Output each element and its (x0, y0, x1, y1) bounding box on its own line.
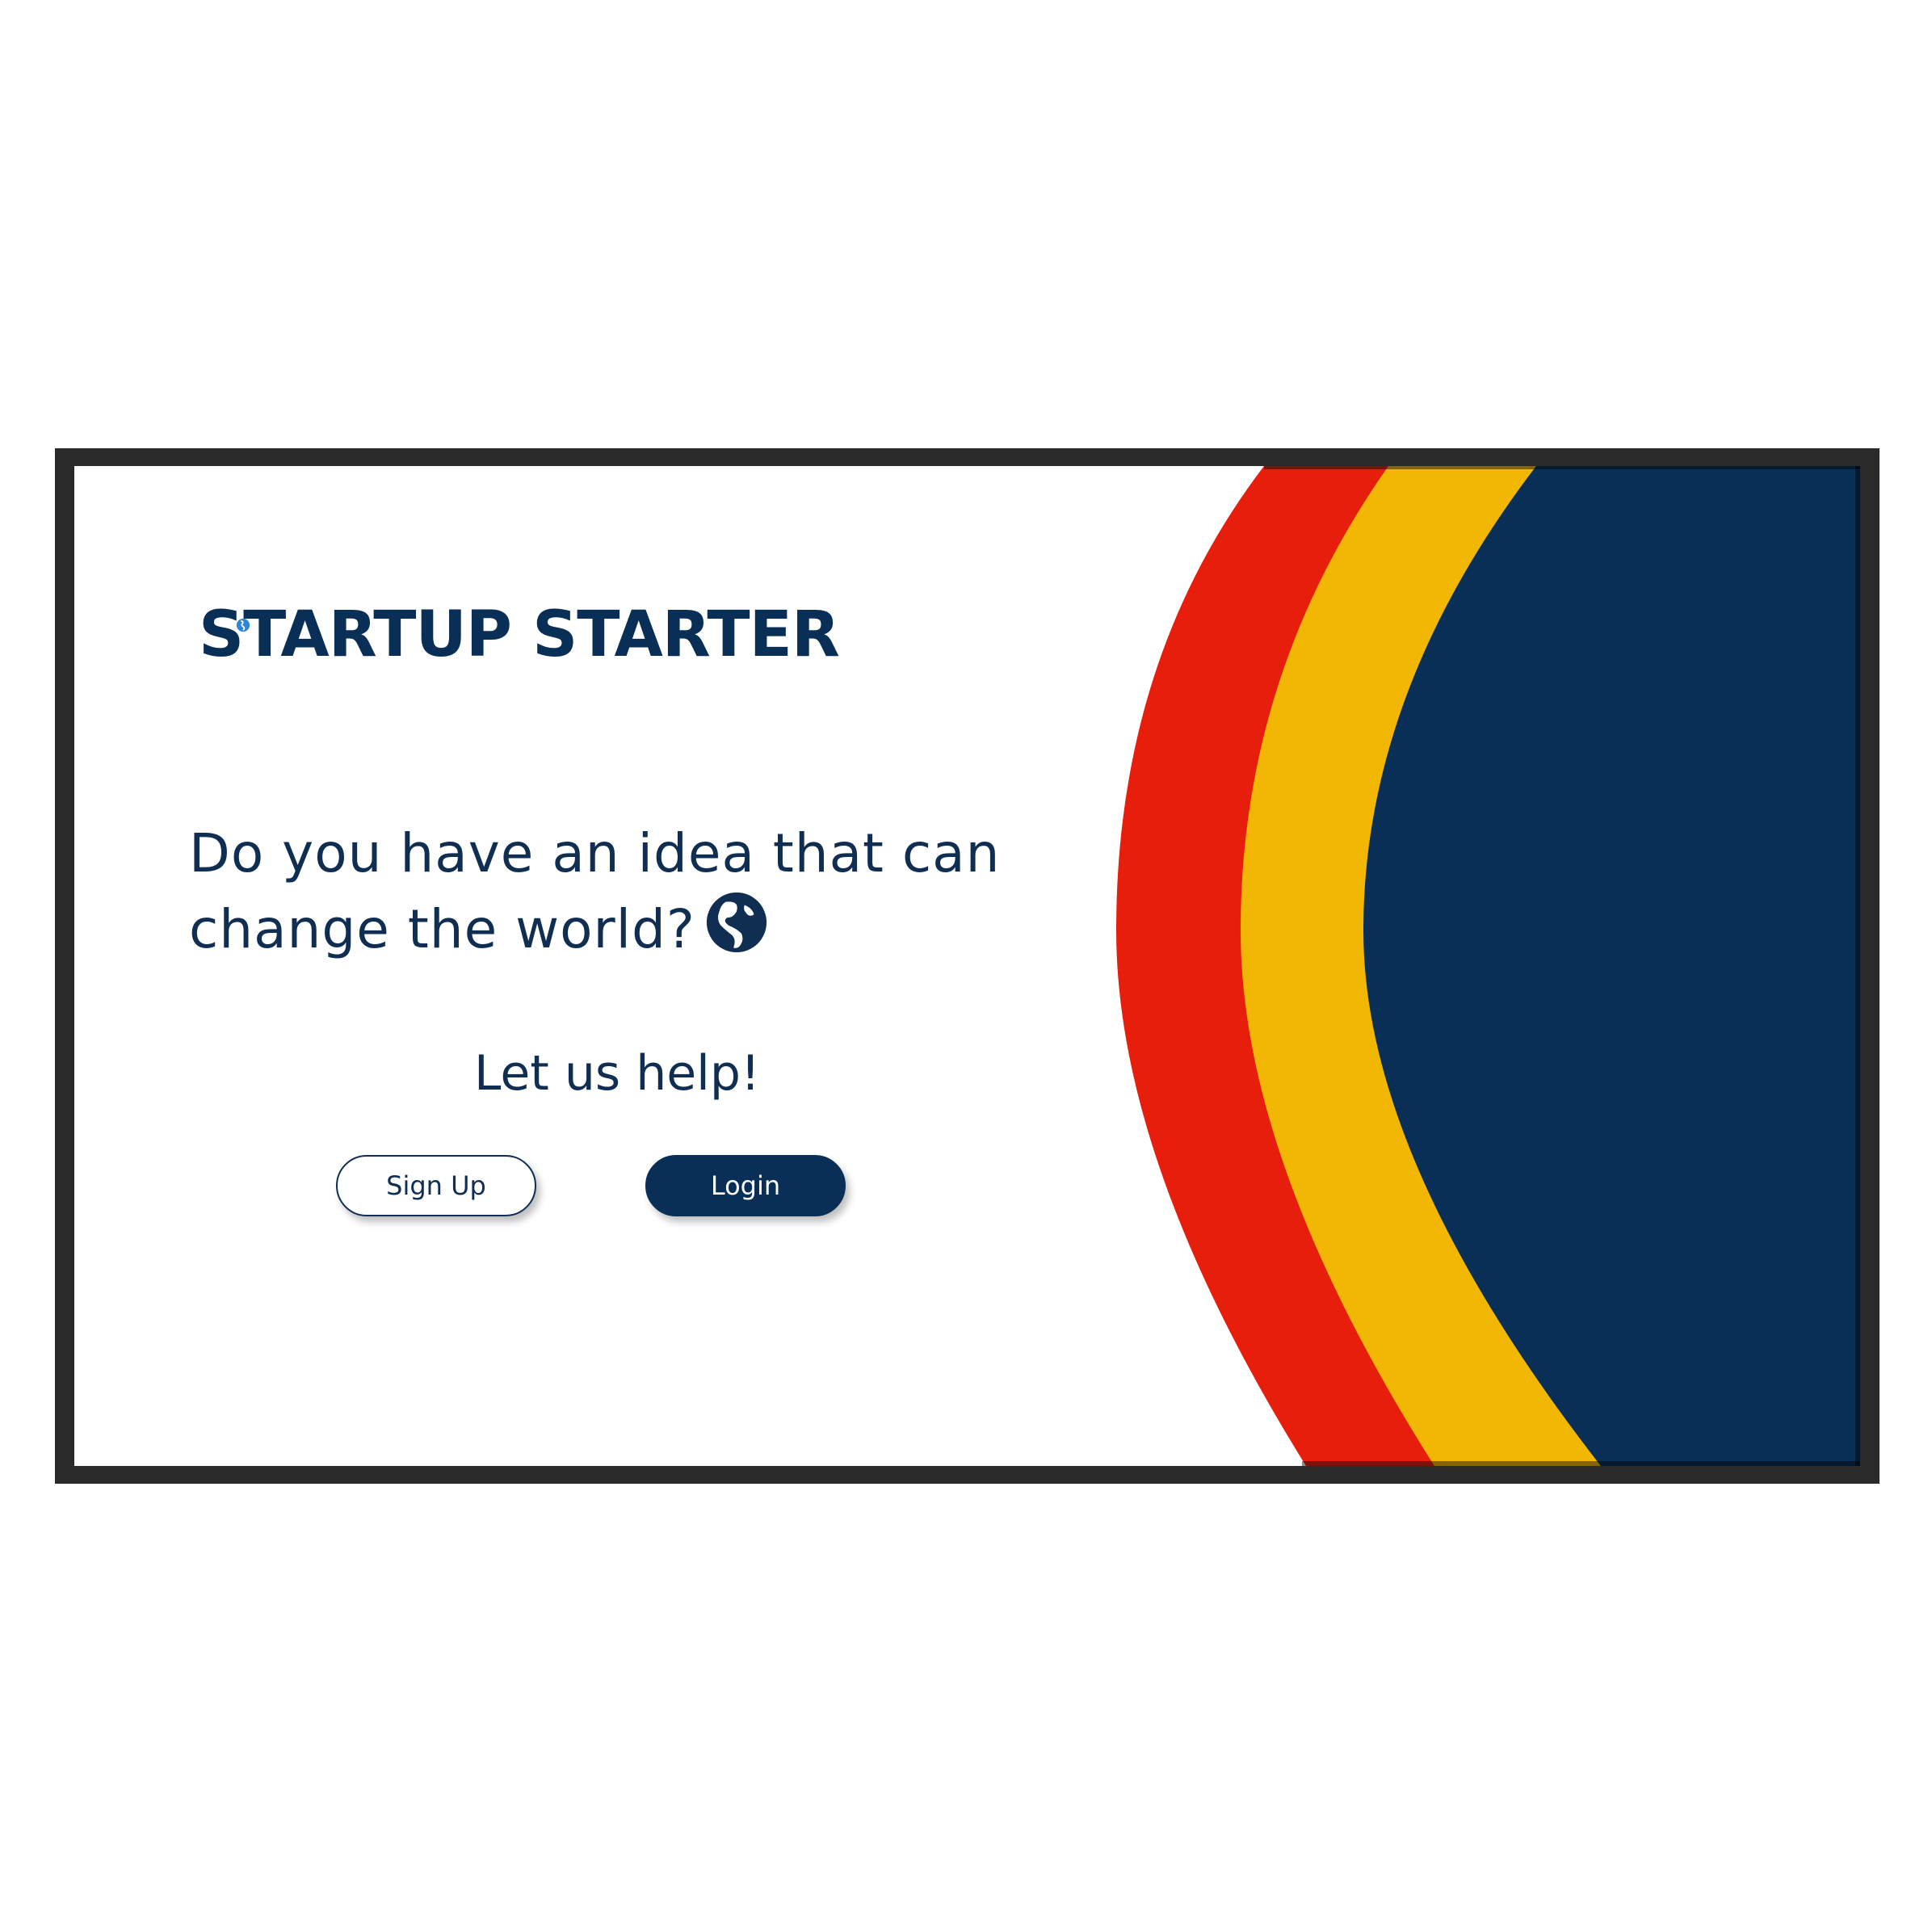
page: STARTUP STARTER Do you have an idea that… (0, 0, 1932, 1932)
headline-line-1: Do you have an idea that can (189, 822, 1001, 884)
screen-edge-shade-right (1855, 466, 1860, 1466)
screen-edge-shade-bottom (1302, 1461, 1860, 1466)
login-button[interactable]: Login (645, 1155, 846, 1216)
sign-up-button[interactable]: Sign Up (336, 1155, 536, 1216)
globe-icon (706, 892, 766, 953)
hero-headline: Do you have an idea that can change the … (189, 817, 1077, 967)
screen-edge-shade (1264, 466, 1860, 469)
brand-logo: STARTUP STARTER (199, 598, 840, 671)
headline-line-2-text: change the world? (189, 898, 695, 960)
headline-line-2: change the world? (189, 891, 1077, 967)
landing-screen: STARTUP STARTER Do you have an idea that… (74, 466, 1860, 1466)
tagline: Let us help! (474, 1045, 760, 1102)
device-frame: STARTUP STARTER Do you have an idea that… (55, 448, 1880, 1484)
globe-icon (236, 618, 250, 632)
